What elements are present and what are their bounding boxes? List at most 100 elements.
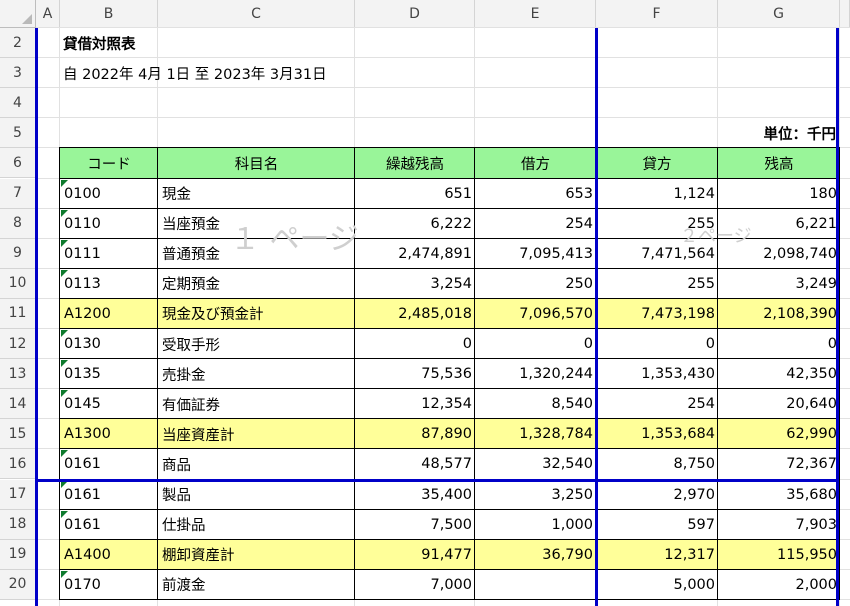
table-cell-name[interactable]: 仕掛品 [158, 509, 355, 540]
row-header-19[interactable]: 19 [0, 539, 36, 570]
table-header-5[interactable]: 貸方 [596, 148, 718, 179]
table-cell-carry[interactable]: 12,354 [355, 389, 475, 420]
table-cell-credit[interactable]: 2,970 [596, 479, 718, 510]
row-header-2[interactable]: 2 [0, 28, 36, 59]
table-cell-debit[interactable]: 7,096,570 [475, 298, 596, 329]
table-cell-carry[interactable]: 7,000 [355, 569, 475, 600]
table-cell-name[interactable]: 有価証券 [158, 389, 355, 420]
table-cell-code[interactable]: A1200 [60, 298, 158, 329]
row-header-7[interactable]: 7 [0, 178, 36, 209]
table-cell-carry[interactable]: 0 [355, 329, 475, 360]
table-cell-debit[interactable]: 1,000 [475, 509, 596, 540]
column-header-d[interactable]: D [355, 0, 475, 28]
table-cell-credit[interactable]: 254 [596, 389, 718, 420]
row-header-4[interactable]: 4 [0, 88, 36, 119]
table-cell-carry[interactable]: 75,536 [355, 359, 475, 390]
table-cell-name[interactable]: 当座預金 [158, 208, 355, 239]
select-all-corner[interactable] [0, 0, 36, 28]
column-header-a[interactable]: A [36, 0, 60, 28]
table-cell-carry[interactable]: 48,577 [355, 449, 475, 480]
table-cell-carry[interactable]: 87,890 [355, 419, 475, 450]
table-cell-balance[interactable]: 42,350 [718, 359, 840, 390]
table-cell-debit[interactable]: 36,790 [475, 539, 596, 570]
table-cell-debit[interactable]: 653 [475, 178, 596, 209]
table-cell-name[interactable]: 当座資産計 [158, 419, 355, 450]
table-cell-debit[interactable]: 7,095,413 [475, 238, 596, 269]
table-header-3[interactable]: 繰越残高 [355, 148, 475, 179]
table-cell-carry[interactable]: 2,485,018 [355, 298, 475, 329]
table-cell-carry[interactable]: 2,474,891 [355, 238, 475, 269]
row-header-15[interactable]: 15 [0, 419, 36, 450]
table-cell-balance[interactable]: 62,990 [718, 419, 840, 450]
table-cell-name[interactable]: 現金及び預金計 [158, 298, 355, 329]
row-header-11[interactable]: 11 [0, 298, 36, 329]
table-cell-balance[interactable]: 35,680 [718, 479, 840, 510]
table-cell-code[interactable]: A1300 [60, 419, 158, 450]
row-header-10[interactable]: 10 [0, 268, 36, 299]
table-cell-balance[interactable]: 2,108,390 [718, 298, 840, 329]
row-header-5[interactable]: 5 [0, 118, 36, 149]
table-cell-debit[interactable]: 250 [475, 268, 596, 299]
table-cell-code[interactable]: 0161 [60, 479, 158, 510]
row-header-3[interactable]: 3 [0, 58, 36, 89]
table-cell-code[interactable]: 0145 [60, 389, 158, 420]
row-header-12[interactable]: 12 [0, 329, 36, 360]
table-cell-credit[interactable]: 1,124 [596, 178, 718, 209]
table-cell-credit[interactable]: 7,473,198 [596, 298, 718, 329]
table-cell-name[interactable]: 売掛金 [158, 359, 355, 390]
table-cell-code[interactable]: 0100 [60, 178, 158, 209]
table-cell-balance[interactable]: 3,249 [718, 268, 840, 299]
table-cell-credit[interactable]: 255 [596, 268, 718, 299]
table-cell-name[interactable]: 商品 [158, 449, 355, 480]
table-cell-name[interactable]: 棚卸資産計 [158, 539, 355, 570]
table-cell-carry[interactable]: 91,477 [355, 539, 475, 570]
column-header-f[interactable]: F [596, 0, 718, 28]
table-cell-code[interactable]: 0161 [60, 449, 158, 480]
table-header-2[interactable]: 科目名 [158, 148, 355, 179]
table-cell-credit[interactable]: 8,750 [596, 449, 718, 480]
row-header-16[interactable]: 16 [0, 449, 36, 480]
table-cell-carry[interactable]: 3,254 [355, 268, 475, 299]
table-cell-name[interactable]: 現金 [158, 178, 355, 209]
column-header-e[interactable]: E [475, 0, 596, 28]
table-cell-balance[interactable]: 2,000 [718, 569, 840, 600]
table-cell-code[interactable]: 0110 [60, 208, 158, 239]
table-header-4[interactable]: 借方 [475, 148, 596, 179]
column-header-c[interactable]: C [158, 0, 355, 28]
table-cell-credit[interactable]: 255 [596, 208, 718, 239]
table-cell-credit[interactable]: 597 [596, 509, 718, 540]
table-cell-balance[interactable]: 20,640 [718, 389, 840, 420]
row-header-6[interactable]: 6 [0, 148, 36, 179]
table-cell-carry[interactable]: 7,500 [355, 509, 475, 540]
table-cell-balance[interactable]: 0 [718, 329, 840, 360]
table-cell-debit[interactable]: 0 [475, 329, 596, 360]
table-cell-credit[interactable]: 1,353,684 [596, 419, 718, 450]
table-header-1[interactable]: コード [60, 148, 158, 179]
row-header-13[interactable]: 13 [0, 359, 36, 390]
table-cell-code[interactable]: 0130 [60, 329, 158, 360]
table-cell-debit[interactable]: 32,540 [475, 449, 596, 480]
table-cell-balance[interactable]: 115,950 [718, 539, 840, 570]
table-header-6[interactable]: 残高 [718, 148, 840, 179]
table-cell-name[interactable]: 定期預金 [158, 268, 355, 299]
table-cell-name[interactable]: 製品 [158, 479, 355, 510]
table-cell-debit[interactable]: 1,328,784 [475, 419, 596, 450]
table-cell-code[interactable]: A1400 [60, 539, 158, 570]
table-cell-code[interactable]: 0135 [60, 359, 158, 390]
table-cell-debit[interactable]: 1,320,244 [475, 359, 596, 390]
table-cell-balance[interactable]: 6,221 [718, 208, 840, 239]
table-cell-carry[interactable]: 651 [355, 178, 475, 209]
table-cell-code[interactable]: 0170 [60, 569, 158, 600]
row-header-18[interactable]: 18 [0, 509, 36, 540]
table-cell-name[interactable]: 前渡金 [158, 569, 355, 600]
column-header-b[interactable]: B [60, 0, 158, 28]
table-cell-balance[interactable]: 7,903 [718, 509, 840, 540]
row-header-8[interactable]: 8 [0, 208, 36, 239]
table-cell-debit[interactable]: 3,250 [475, 479, 596, 510]
table-cell-credit[interactable]: 0 [596, 329, 718, 360]
table-cell-balance[interactable]: 72,367 [718, 449, 840, 480]
table-cell-credit[interactable]: 12,317 [596, 539, 718, 570]
table-cell-credit[interactable]: 1,353,430 [596, 359, 718, 390]
spreadsheet[interactable]: A B C D E F G 2 3 4 5 6 7 8 9 10 11 12 13 14 15 16 17 18 19 20 貸借対… [0, 0, 850, 606]
table-cell-credit[interactable]: 5,000 [596, 569, 718, 600]
